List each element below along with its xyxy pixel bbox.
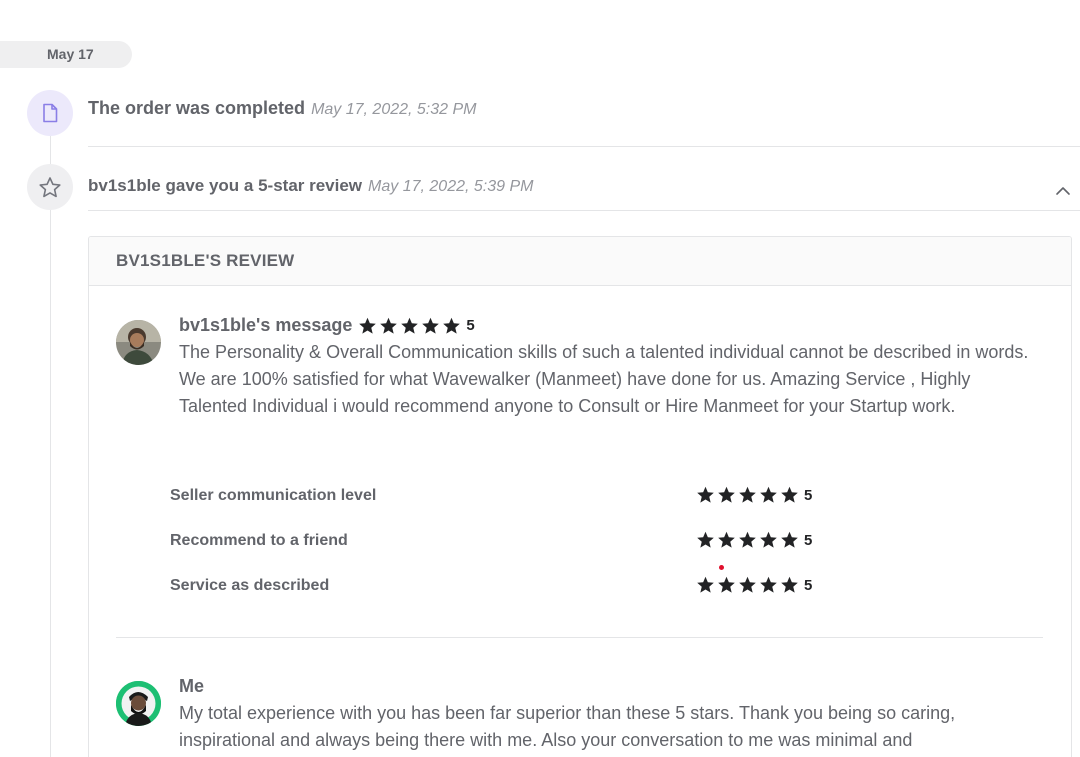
star-icon xyxy=(422,317,440,334)
star-icon xyxy=(781,531,798,548)
buyer-avatar-image xyxy=(116,320,161,365)
star-icon xyxy=(718,486,735,503)
star-score: 5 xyxy=(804,486,813,504)
rating-stars: 5 xyxy=(696,486,812,504)
buyer-star-rating: 5 xyxy=(358,317,475,335)
star-icon xyxy=(739,531,756,548)
star-icon xyxy=(739,486,756,503)
rating-row-communication: Seller communication level 5 xyxy=(170,485,830,507)
star-icon xyxy=(380,317,398,334)
star-score: 5 xyxy=(804,576,813,594)
seller-reply-author-label: Me xyxy=(179,676,205,696)
star-icon xyxy=(443,317,461,334)
rating-stars: 5 xyxy=(696,531,812,549)
order-completed-icon-badge xyxy=(27,90,73,136)
cursor-dot xyxy=(719,565,724,570)
event-divider xyxy=(88,210,1080,211)
star-icon xyxy=(760,486,777,503)
rating-label: Recommend to a friend xyxy=(170,532,348,549)
event-title: The order was completed xyxy=(88,98,306,118)
buyer-message-text: The Personality & Overall Communication … xyxy=(179,342,1029,416)
star-icon xyxy=(760,531,777,548)
star-score: 5 xyxy=(466,317,475,334)
seller-reply-author: Me xyxy=(179,676,204,697)
order-timeline-page: May 17 The order was completed May 17, 20… xyxy=(0,0,1080,757)
event-order-completed: The order was completed May 17, 2022, 5:3… xyxy=(88,98,477,119)
star-outline-icon xyxy=(39,176,61,197)
star-icon xyxy=(739,576,756,593)
collapse-review-button[interactable] xyxy=(1053,183,1073,199)
review-icon-badge xyxy=(27,164,73,210)
rating-stars: 5 xyxy=(696,576,812,594)
rating-row-recommend: Recommend to a friend 5 xyxy=(170,530,830,552)
event-timestamp: May 17, 2022, 5:32 PM xyxy=(311,101,477,118)
chevron-up-icon xyxy=(1056,187,1070,195)
rating-label: Service as described xyxy=(170,577,330,594)
buyer-message-author: bv1s1ble's message 5 xyxy=(179,315,475,336)
review-divider xyxy=(116,637,1043,638)
event-review-given: bv1s1ble gave you a 5-star review May 17,… xyxy=(88,176,533,196)
star-icon xyxy=(697,576,714,593)
rating-row-service: Service as described 5 xyxy=(170,575,830,597)
event-title: bv1s1ble gave you a 5-star review xyxy=(88,176,363,195)
document-icon xyxy=(43,103,58,123)
star-icon xyxy=(718,576,735,593)
seller-reply-text: My total experience with you has been fa… xyxy=(179,703,956,750)
buyer-avatar xyxy=(116,320,161,365)
star-icon xyxy=(760,576,777,593)
star-icon xyxy=(697,486,714,503)
star-score: 5 xyxy=(804,531,813,549)
date-pill: May 17 xyxy=(0,41,132,68)
event-timestamp: May 17, 2022, 5:39 PM xyxy=(368,178,534,195)
event-divider xyxy=(88,146,1080,147)
seller-avatar-image xyxy=(116,681,161,726)
star-icon xyxy=(401,317,419,334)
star-icon xyxy=(697,531,714,548)
seller-avatar xyxy=(116,681,161,726)
rating-label: Seller communication level xyxy=(170,487,377,504)
star-icon xyxy=(359,317,377,334)
star-icon xyxy=(781,576,798,593)
star-icon xyxy=(718,531,735,548)
buyer-message-author-label: bv1s1ble's message xyxy=(179,315,353,335)
star-icon xyxy=(781,486,798,503)
review-card: BV1S1BLE'S REVIEW bv1s1ble's message 5 T… xyxy=(88,236,1072,757)
timeline-line xyxy=(50,120,51,757)
review-card-header: BV1S1BLE'S REVIEW xyxy=(89,237,1071,286)
